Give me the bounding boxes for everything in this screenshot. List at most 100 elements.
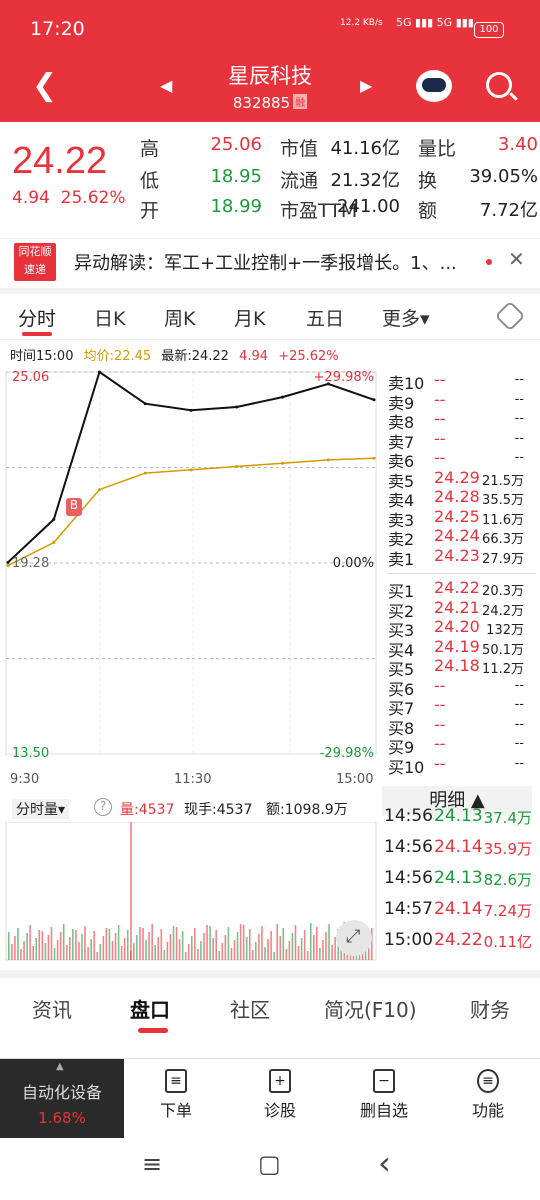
tab-five-day[interactable]: 五日 (306, 304, 344, 331)
tab-finance[interactable]: 财务 (470, 994, 510, 1023)
book-row[interactable]: 卖8 -- -- (388, 409, 536, 432)
average-point (189, 468, 193, 472)
quote-value: 241.00 (337, 196, 400, 217)
tick-volume: 37.4万 (483, 809, 532, 827)
quote-label: 高 (140, 138, 160, 160)
diagnose-button[interactable]: + 诊股 (240, 1069, 320, 1121)
tab-daily-k[interactable]: 日K (94, 304, 125, 331)
volume-bar (245, 937, 248, 960)
tab-intraday[interactable]: 分时 (18, 304, 56, 331)
book-volume: -- (514, 716, 524, 732)
book-row[interactable]: 买4 24.19 50.1万 (388, 637, 536, 660)
signal-icon: 5G ▮▮▮ 5G ▮▮▮ (396, 16, 474, 29)
book-row[interactable]: 买9 -- -- (388, 734, 536, 757)
volume-bar (81, 934, 83, 960)
book-row[interactable]: 买6 -- -- (388, 676, 536, 699)
sector-button[interactable]: ▲ 自动化设备 1.68% (0, 1059, 124, 1139)
volume-bar (11, 944, 13, 960)
tab-profile[interactable]: 简况(F10) (324, 994, 417, 1023)
quote-label: 换 (418, 170, 438, 192)
quote-label: 市值 (280, 138, 319, 160)
robot-assistant-icon[interactable] (416, 70, 452, 102)
volume-bar (291, 933, 294, 960)
close-icon[interactable]: ✕ (508, 247, 525, 271)
book-row[interactable]: 买1 24.22 20.3万 (388, 578, 536, 601)
volume-selector[interactable]: 分时量▾ (12, 799, 70, 819)
book-price: -- (434, 753, 446, 773)
bottom-tabs: 资讯 盘口 社区 简况(F10) 财务 (0, 970, 540, 1033)
amount-value: 额:1098.9万 (266, 802, 348, 818)
volume-bar (236, 932, 239, 960)
book-row[interactable]: 买8 -- -- (388, 715, 536, 738)
book-row[interactable]: 卖5 24.29 21.5万 (388, 468, 536, 491)
book-row[interactable]: 买5 24.18 11.2万 (388, 656, 536, 679)
y-bot-label: 13.50 (12, 746, 50, 761)
menu-icon[interactable]: ≡ (142, 1150, 162, 1178)
book-row[interactable]: 买2 24.21 24.2万 (388, 598, 536, 621)
average-point (52, 541, 56, 545)
buy-marker[interactable]: B (66, 498, 82, 516)
tab-community[interactable]: 社区 (230, 994, 270, 1023)
book-row[interactable]: 买7 -- -- (388, 695, 536, 718)
volume-bar (175, 927, 178, 960)
book-price: 24.24 (434, 526, 480, 545)
volume-bar (300, 938, 303, 960)
volume-bar (215, 930, 217, 960)
time-mid-label: 11:30 (174, 772, 212, 787)
book-row[interactable]: 卖1 24.23 27.9万 (388, 546, 536, 569)
volume-bar (29, 925, 31, 960)
book-row[interactable]: 卖2 24.24 66.3万 (388, 526, 536, 549)
tab-more[interactable]: 更多▾ (382, 304, 430, 331)
volume-bar (276, 924, 278, 960)
tab-order-book[interactable]: 盘口 (130, 994, 170, 1023)
volume-bar (93, 931, 95, 960)
volume-bar (294, 925, 297, 960)
functions-button[interactable]: ≡ 功能 (448, 1069, 528, 1121)
book-row[interactable]: 卖6 -- -- (388, 448, 536, 471)
book-price: 24.25 (434, 506, 480, 526)
tab-news[interactable]: 资讯 (32, 994, 72, 1023)
book-row[interactable]: 卖3 24.25 11.6万 (388, 506, 536, 530)
volume-bar (111, 941, 114, 960)
settings-icon[interactable] (494, 300, 526, 332)
volume-bar (224, 935, 227, 960)
book-volume: -- (514, 391, 524, 407)
volume-bar (160, 929, 163, 960)
news-banner[interactable]: 同花顺 速递 异动解读：军工+工业控制+一季报增长。1、... ✕ (0, 238, 540, 284)
price-point (143, 402, 147, 406)
volume-bar (136, 935, 138, 960)
back-nav-icon[interactable]: ‹ (378, 1144, 391, 1182)
volume-bar (126, 930, 129, 960)
tick-row: 14:57 24.14 7.24万 (384, 899, 536, 921)
book-row[interactable]: 买3 24.20 132万 (388, 617, 536, 640)
book-row[interactable]: 卖4 24.28 35.5万 (388, 487, 536, 510)
news-text: 异动解读：军工+工业控制+一季报增长。1、... (74, 253, 457, 274)
next-stock-icon[interactable]: ▶ (360, 76, 372, 95)
volume-bar (23, 941, 25, 960)
tab-monthly-k[interactable]: 月K (234, 304, 265, 331)
search-icon[interactable] (486, 72, 512, 98)
book-row[interactable]: 卖9 -- -- (388, 390, 536, 413)
stock-header: ❮ ◀ 星辰科技 832885 融 ▶ (0, 58, 540, 122)
volume-bar (270, 931, 272, 960)
volume-bar (38, 930, 41, 960)
intraday-chart[interactable]: 25.06 19.28 13.50 +29.98% 0.00% -29.98% … (0, 362, 380, 792)
average-point (6, 564, 10, 568)
intraday-chart-svg (5, 370, 377, 755)
pct-mid-label: 0.00% (332, 556, 374, 571)
book-row[interactable]: 卖7 -- -- (388, 429, 536, 452)
book-row[interactable]: 买10 -- -- (388, 753, 536, 777)
functions-icon: ≡ (477, 1069, 499, 1093)
tab-weekly-k[interactable]: 周K (164, 304, 195, 331)
book-volume: -- (514, 736, 524, 751)
expand-icon[interactable]: ⤢ (336, 920, 372, 956)
tick-row: 14:56 24.13 37.4万 (384, 806, 536, 828)
book-volume: -- (514, 450, 524, 465)
volume-bar (102, 936, 105, 960)
help-icon[interactable]: ? (94, 798, 112, 816)
book-row[interactable]: 卖10 -- -- (388, 370, 536, 393)
remove-watchlist-button[interactable]: − 删自选 (344, 1069, 424, 1121)
order-button[interactable]: ≡ 下单 (136, 1069, 216, 1121)
home-icon[interactable]: ▢ (258, 1150, 281, 1178)
current-price: 24.22 (12, 140, 108, 182)
